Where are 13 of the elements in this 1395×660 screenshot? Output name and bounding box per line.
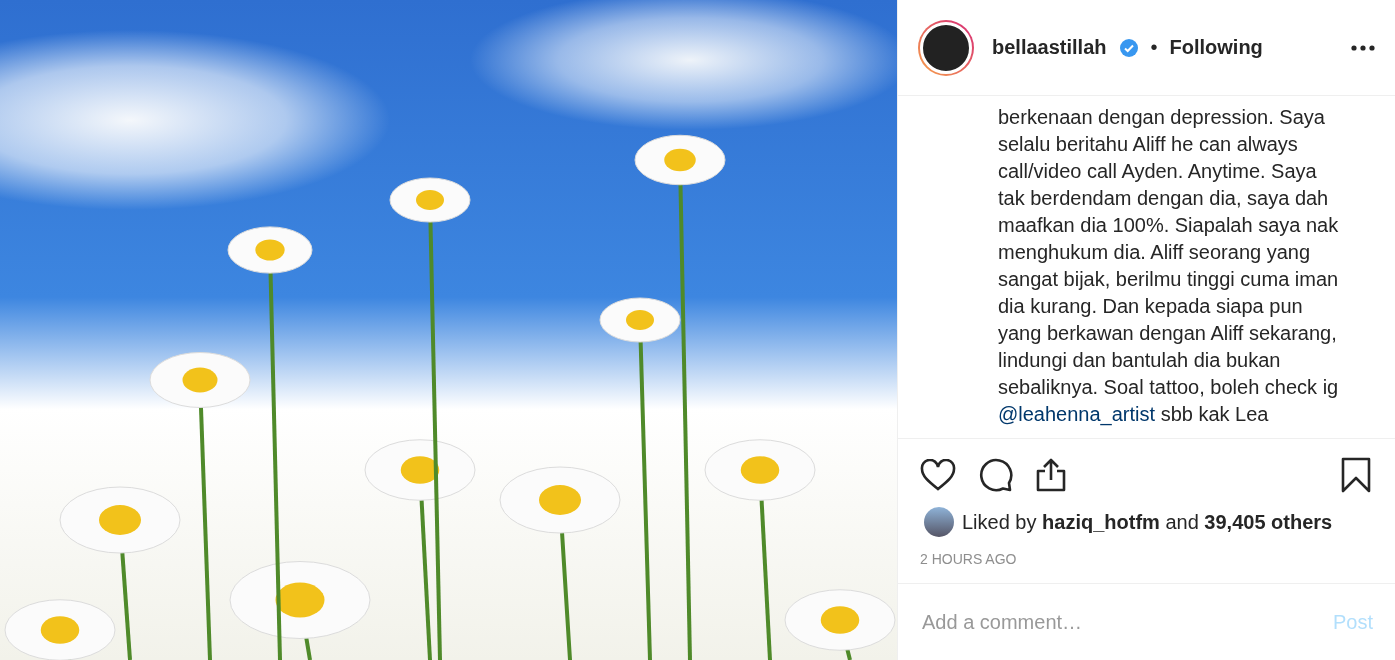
username-link[interactable]: bellaastillah xyxy=(992,36,1107,59)
mention-link[interactable]: @leahenna_artist xyxy=(998,403,1156,425)
like-heart-icon[interactable] xyxy=(920,459,956,491)
liker-avatar[interactable] xyxy=(924,507,954,537)
separator-dot: • xyxy=(1150,36,1158,59)
following-button[interactable]: Following xyxy=(1169,36,1263,59)
caption-text: berkenaan dengan depression. Saya selalu beritahu Aliff he can always call/video call Ayden. Anytime. Saya tak berdendam dengan dia, saya dah maafkan dia 100%. Siapalah saya nak menghukum dia. Aliff seorang yang sangat bijak, berilmu tinggi cuma iman dia kurang. Dan kepada siapa pun yang berkawan dengan Aliff sekarang, lindungi dan bantulah dia bukan sebaliknya. Soal tattoo, boleh check ig @leahenna_artist sbb kak Lea xyxy=(998,105,1340,428)
more-options-icon[interactable] xyxy=(1351,44,1375,51)
comment-icon[interactable] xyxy=(978,458,1013,492)
share-icon[interactable] xyxy=(1035,457,1067,493)
post-timestamp: 2 HOURS AGO xyxy=(898,537,1395,584)
likes-text: Liked by haziq_hotfm and 39,405 others xyxy=(962,510,1333,534)
bookmark-icon[interactable] xyxy=(1341,457,1371,493)
